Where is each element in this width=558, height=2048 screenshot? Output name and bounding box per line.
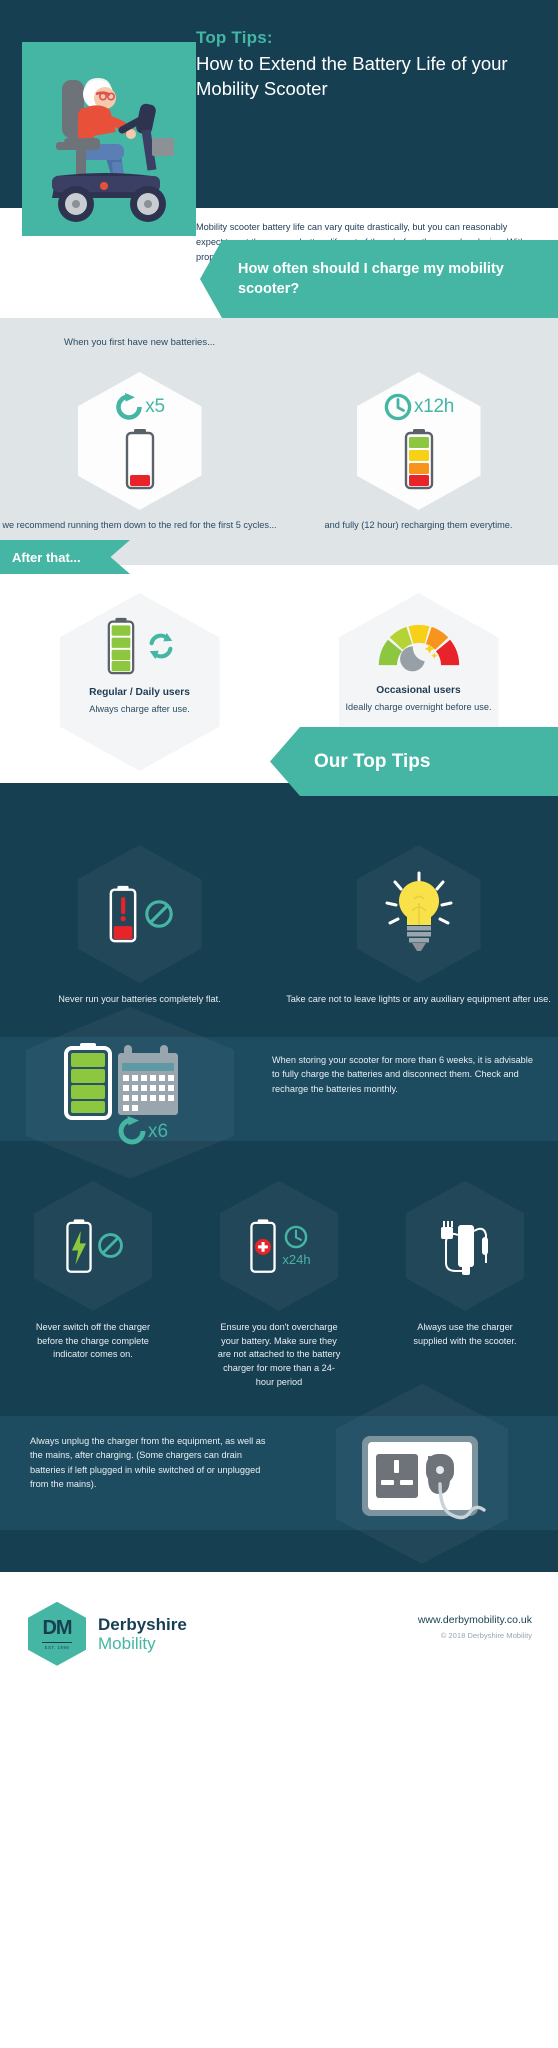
battery-warning-prohibited-icon [106, 885, 174, 943]
footer: DM EST. 1998 Derbyshire Mobility www.der… [0, 1571, 558, 1692]
charge-badge-0: x5 [114, 392, 165, 422]
storage-copy: When storing your scooter for more than … [272, 1054, 533, 1094]
unplug-tip: Always unplug the charger from the equip… [0, 1383, 558, 1564]
header-kicker: Top Tips: [196, 28, 273, 47]
charge-lead: When you first have new batteries... [63, 337, 216, 348]
footer-right: www.derbymobility.co.uk © 2018 Derbyshir… [418, 1614, 532, 1640]
infographic-page: Top Tips: How to Extend the Battery Life… [0, 0, 558, 2048]
after-subtitle-1: Ideally charge overnight before use. [345, 702, 492, 712]
tip-item-4: Always use the charger supplied with the… [372, 1180, 558, 1390]
logo-divider [42, 1642, 72, 1644]
battery-full-refresh-icon [104, 617, 176, 675]
top-tips-banner: Our Top Tips [270, 727, 558, 796]
mobility-scooter-illustration [52, 78, 174, 222]
storage-badge-label: x6 [148, 1121, 168, 1142]
charge-item-1: x12h and fully (12 hour) recharging them… [279, 336, 558, 533]
charge-lead-spacer [417, 336, 420, 366]
tip-item-1: Take care not to leave lights or any aux… [279, 845, 558, 1007]
charge-badge-label-1: x12h [413, 396, 454, 417]
after-title-1: Occasional users [376, 685, 461, 696]
header-text-block: Top Tips: How to Extend the Battery Life… [196, 28, 546, 101]
charge-hexagon-0: x5 [77, 372, 202, 510]
tips-row-two: Never run your batteries completely flat… [0, 783, 558, 1007]
logo-monogram: DM [42, 1617, 72, 1640]
tip-badge-label-3: x24h [282, 1252, 311, 1268]
after-that-tab: After that... [0, 540, 130, 574]
brand-name-line2: Mobility [98, 1633, 156, 1653]
tip-hexagon-0 [77, 845, 202, 983]
clock-icon [384, 393, 412, 421]
tip-item-2: Never switch off the charger before the … [0, 1180, 186, 1390]
top-tips-title: Our Top Tips [314, 750, 431, 772]
unplug-copy: Always unplug the charger from the equip… [30, 1435, 266, 1490]
after-subtitle-0: Always charge after use. [89, 704, 190, 714]
tip-caption-1: Take care not to leave lights or any aux… [286, 994, 551, 1004]
battery-plus-clock-icon: x24h [247, 1218, 311, 1274]
battery-multicolour-icon [404, 429, 433, 490]
charge-question-banner: How often should I charge my mobility sc… [200, 240, 558, 318]
battery-low-red-icon [125, 429, 154, 490]
storage-tip: x6 When storing your scooter for more th… [0, 1006, 558, 1179]
tip-caption-3: Ensure you don't overcharge your battery… [217, 1321, 341, 1387]
header: Top Tips: How to Extend the Battery Life… [0, 0, 558, 236]
after-hexagon-0: Regular / Daily users Always charge afte… [59, 593, 220, 771]
tip-caption-0: Never run your batteries completely flat… [58, 994, 221, 1004]
page-title: How to Extend the Battery Life of your M… [196, 53, 508, 99]
logo-hexagon-icon: DM EST. 1998 [28, 1601, 86, 1666]
battery-calendar-icon: x6 [64, 1042, 178, 1145]
wall-socket-plug-icon [362, 1435, 486, 1519]
tip-item-3: x24h Ensure you don't overcharge your ba… [186, 1180, 372, 1390]
gauge-moon-icon [378, 624, 459, 672]
after-item-0: Regular / Daily users Always charge afte… [0, 593, 279, 771]
after-title-0: Regular / Daily users [89, 687, 190, 698]
tip-hexagon-4 [406, 1180, 524, 1311]
tip-hexagon-3: x24h [220, 1180, 338, 1311]
tips-row-three: Never switch off the charger before the … [0, 1141, 558, 1416]
charge-question-title: How often should I charge my mobility sc… [238, 261, 504, 297]
tip-hexagon-1 [356, 845, 481, 983]
brand-name: Derbyshire Mobility [98, 1615, 187, 1653]
tip-hexagon-2 [34, 1180, 152, 1311]
copyright-text: © 2018 Derbyshire Mobility [440, 1630, 532, 1640]
after-that-label: After that... [12, 549, 81, 565]
brand-lockup: DM EST. 1998 Derbyshire Mobility [28, 1601, 187, 1666]
lightbulb-icon [385, 871, 452, 951]
charge-frequency-section: How often should I charge my mobility sc… [0, 240, 558, 565]
tip-caption-4: Always use the charger supplied with the… [413, 1321, 517, 1346]
website-link[interactable]: www.derbymobility.co.uk [418, 1614, 532, 1626]
charger-plug-icon [441, 1220, 488, 1275]
clock-icon [285, 1226, 308, 1249]
top-tips-section: Our Top Tips Never run your batteries co… [0, 727, 558, 1572]
logo-established: EST. 1998 [44, 1645, 70, 1651]
charge-badge-label-0: x5 [145, 396, 165, 417]
battery-bolt-prohibited-icon [63, 1218, 124, 1274]
brand-name-line1: Derbyshire [98, 1614, 187, 1634]
charge-caption-1: and fully (12 hour) recharging them ever… [324, 520, 513, 530]
charge-item-0: When you first have new batteries... x5 [0, 336, 279, 533]
tip-caption-2: Never switch off the charger before the … [35, 1321, 151, 1360]
charge-badge-1: x12h [383, 392, 454, 422]
charge-caption-0: we recommend running them down to the re… [2, 520, 277, 530]
charge-hexagon-1: x12h [356, 372, 481, 510]
refresh-cycle-icon [116, 393, 143, 420]
tip-item-0: Never run your batteries completely flat… [0, 845, 279, 1007]
